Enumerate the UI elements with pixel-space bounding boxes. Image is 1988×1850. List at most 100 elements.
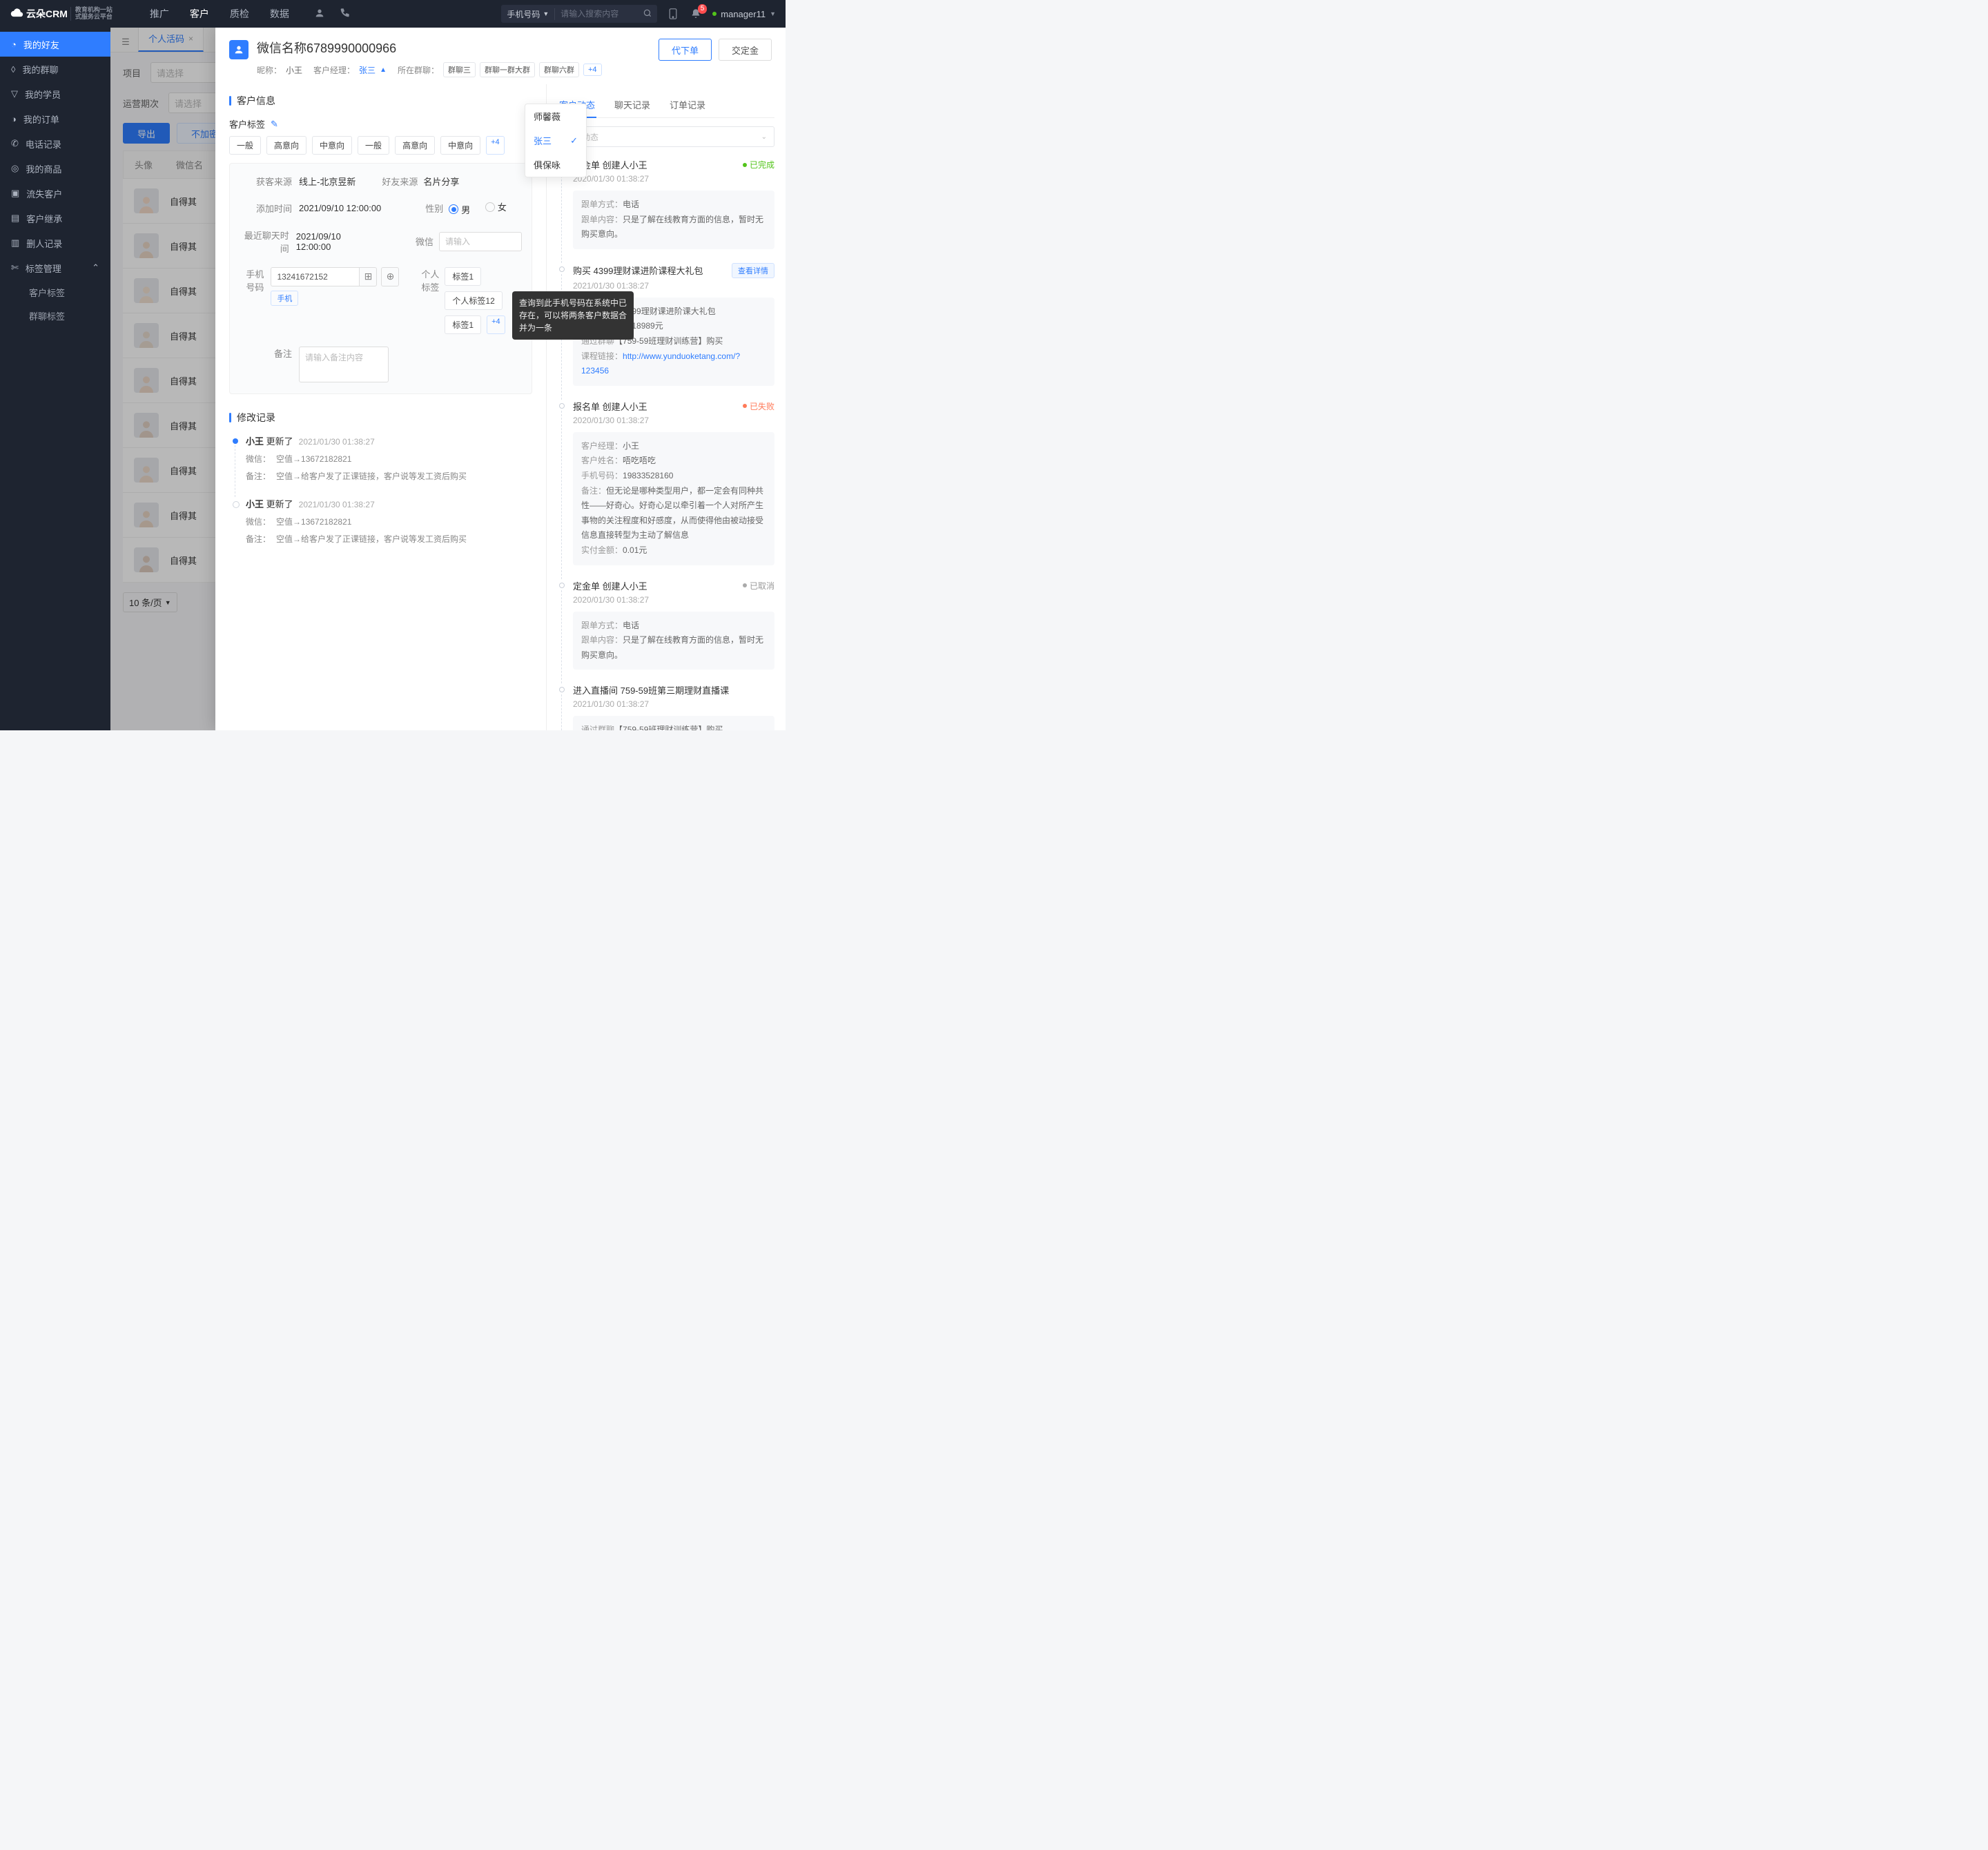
activity-item: 定金单 创建人小王已取消 2020/01/30 01:38:27跟单方式：电话跟…: [558, 579, 774, 670]
top-nav: 推广 客户 质检 数据: [146, 7, 293, 21]
activity-filter-select[interactable]: 全部动态⌄: [558, 126, 774, 147]
search: 手机号码▼: [501, 5, 657, 23]
customer-tag[interactable]: 高意向: [395, 136, 435, 155]
goods-icon: ◎: [11, 163, 19, 174]
activity-card: 跟单方式：电话跟单内容：只是了解在线教育方面的信息，暂时无购买意向。: [573, 191, 774, 249]
activity-card: 客户经理：小王客户姓名：唔吃唔吃手机号码：19833528160备注：但无论是哪…: [573, 432, 774, 565]
label-add-time: 添加时间: [240, 202, 292, 215]
sidebar-item-inherit[interactable]: ▤客户继承: [0, 206, 110, 231]
deposit-button[interactable]: 交定金: [719, 39, 772, 61]
label-note: 备注: [240, 347, 292, 360]
order-icon: ◑: [11, 114, 17, 124]
manager-option[interactable]: 俱保咏: [525, 153, 586, 177]
nav-promote[interactable]: 推广: [146, 7, 173, 21]
sidebar-item-groups[interactable]: ◊我的群聊: [0, 57, 110, 81]
activity-item: 报名单 创建人小王已失败 2020/01/30 01:38:27客户经理：小王客…: [558, 400, 774, 565]
personal-tag[interactable]: 标签1: [445, 315, 481, 334]
search-type-select[interactable]: 手机号码▼: [501, 8, 555, 20]
personal-tag-more[interactable]: +4: [487, 315, 505, 334]
phone-input[interactable]: [271, 267, 359, 286]
sidebar-item-friends[interactable]: ◔我的好友: [0, 32, 110, 57]
label-phone: 手机号码: [240, 267, 264, 293]
phone-add-icon[interactable]: ⊕: [381, 267, 399, 286]
logo: 云朵CRM 教育机构一站式服务云平台: [10, 7, 113, 21]
manager-option[interactable]: 师馨薇: [525, 104, 586, 128]
sidebar-item-lost[interactable]: ▣流失客户: [0, 181, 110, 206]
label-last-chat: 最近聊天时间: [240, 228, 289, 255]
detail-panel: 微信名称6789990000966 昵称：小王 客户经理：张三▲ 所在群聊： 群…: [215, 28, 786, 730]
proxy-order-button[interactable]: 代下单: [659, 39, 712, 61]
bell-badge: 5: [698, 4, 708, 14]
radio-female[interactable]: 女: [485, 200, 507, 213]
panel-title: 微信名称6789990000966: [257, 39, 602, 57]
label-friend-src: 好友来源: [376, 175, 418, 188]
radio-male[interactable]: 男: [449, 203, 470, 216]
customer-tag[interactable]: 中意向: [440, 136, 480, 155]
nav-user-icon[interactable]: [310, 8, 329, 21]
nav-customer[interactable]: 客户: [186, 7, 213, 21]
tag-icon: ✄: [11, 262, 19, 273]
nav-phone-icon[interactable]: [335, 8, 354, 21]
group-more[interactable]: +4: [583, 64, 602, 76]
sidebar: ◔我的好友 ◊我的群聊 ▽我的学员 ◑我的订单 ✆电话记录 ◎我的商品 ▣流失客…: [0, 28, 110, 730]
log-item: 小王 更新了2021/01/30 01:38:27 微信：空值→13672182…: [229, 497, 532, 545]
note-textarea[interactable]: [299, 347, 389, 382]
sidebar-item-orders[interactable]: ◑我的订单: [0, 106, 110, 131]
main: ☰ 个人活码× 我 项目 请选择 运营期次 请选择 导出 不加密导出 头像: [110, 28, 786, 730]
sidebar-item-students[interactable]: ▽我的学员: [0, 81, 110, 106]
wechat-input[interactable]: [439, 232, 522, 251]
tab-chat[interactable]: 聊天记录: [613, 92, 652, 117]
personal-tag[interactable]: 个人标签12: [445, 291, 502, 310]
phone-lookup-icon[interactable]: ⊞: [359, 267, 377, 286]
section-customer-info: 客户信息: [229, 94, 532, 108]
activity-item: 进入直播间 759-59班第三期理财直播课 2021/01/30 01:38:2…: [558, 683, 774, 730]
value-last-chat: 2021/09/10 12:00:00: [296, 231, 374, 252]
group-tag[interactable]: 群聊六群: [539, 62, 579, 77]
sidebar-sub-group-tag[interactable]: 群聊标签: [0, 304, 110, 327]
group-tag[interactable]: 群聊三: [443, 62, 476, 77]
chevron-up-icon: ⌃: [92, 262, 99, 273]
customer-tag[interactable]: 高意向: [266, 136, 306, 155]
phone-chip[interactable]: 手机: [271, 291, 298, 306]
contact-icon: [229, 40, 248, 59]
nav-qa[interactable]: 质检: [226, 7, 253, 21]
manager-option[interactable]: 张三✓: [525, 128, 586, 153]
value-friend-src: 名片分享: [423, 175, 459, 188]
sidebar-item-goods[interactable]: ◎我的商品: [0, 156, 110, 181]
caret-up-icon: ▲: [380, 66, 387, 74]
customer-tag[interactable]: 一般: [358, 136, 389, 155]
view-detail-button[interactable]: 查看详情: [732, 263, 774, 278]
label-sex: 性别: [402, 202, 443, 215]
nav-data[interactable]: 数据: [266, 7, 293, 21]
manager-dropdown: 师馨薇 张三✓ 俱保咏: [525, 104, 587, 177]
clock-icon: ◔: [11, 39, 17, 50]
value-add-time: 2021/09/10 12:00:00: [299, 203, 381, 213]
chat-icon: ◊: [11, 64, 15, 75]
label-source: 获客来源: [240, 175, 292, 188]
sidebar-sub-customer-tag[interactable]: 客户标签: [0, 280, 110, 304]
sidebar-item-tags[interactable]: ✄标签管理⌃: [0, 255, 110, 280]
sidebar-item-calls[interactable]: ✆电话记录: [0, 131, 110, 156]
activity-card: 通过群聊【759-59班理财训练营】购买直播间链接：http://www.yun…: [573, 716, 774, 730]
edit-icon[interactable]: ✎: [271, 119, 278, 130]
customer-tag[interactable]: 一般: [229, 136, 261, 155]
status-dot: [712, 12, 717, 16]
label-wechat: 微信: [394, 235, 433, 248]
mobile-icon[interactable]: [668, 8, 679, 19]
personal-tag[interactable]: 标签1: [445, 267, 481, 286]
tab-orders[interactable]: 订单记录: [668, 92, 707, 117]
search-input[interactable]: [555, 9, 638, 19]
phone-duplicate-tooltip: 查询到此手机号码在系统中已存在，可以将两条客户数据合并为一条: [512, 291, 634, 340]
topbar: 云朵CRM 教育机构一站式服务云平台 推广 客户 质检 数据 手机号码▼: [0, 0, 786, 28]
label-personal-tag: 个人标签: [420, 267, 439, 293]
bell-icon[interactable]: 5: [690, 8, 701, 19]
activity-card: 跟单方式：电话跟单内容：只是了解在线教育方面的信息，暂时无购买意向。: [573, 612, 774, 670]
sidebar-item-delete[interactable]: ▥删人记录: [0, 231, 110, 255]
search-icon[interactable]: [638, 8, 657, 20]
lost-icon: ▣: [11, 188, 19, 199]
customer-tag[interactable]: 中意向: [312, 136, 352, 155]
customer-tag-more[interactable]: +4: [486, 136, 505, 155]
group-tag[interactable]: 群聊一群大群: [480, 62, 535, 77]
user-menu[interactable]: manager11 ▼: [712, 9, 776, 19]
manager-select[interactable]: 客户经理：张三▲: [313, 64, 387, 76]
